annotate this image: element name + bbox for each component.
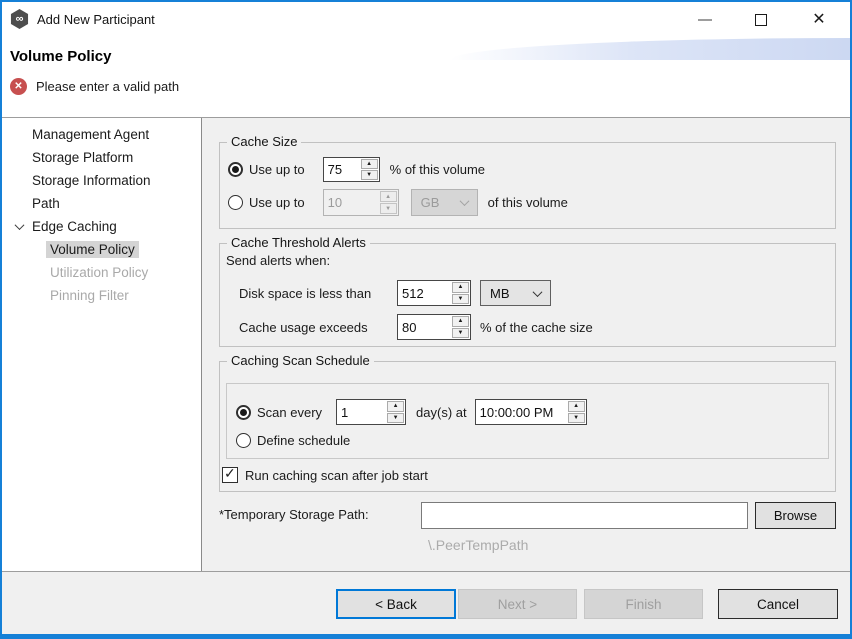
window-title: Add New Participant xyxy=(37,12,155,27)
triangle-up-icon[interactable]: ▲ xyxy=(568,401,585,412)
cache-usage-spinner: ▲▼ xyxy=(397,314,471,340)
title-bar: ∞ Add New Participant ✕ xyxy=(2,2,850,38)
temporary-storage-path-input[interactable] xyxy=(421,502,748,529)
sidebar-item-management-agent[interactable]: Management Agent xyxy=(2,123,201,146)
temp-path-hint: \.PeerTempPath xyxy=(428,537,528,553)
triangle-up-icon[interactable]: ▲ xyxy=(387,401,404,412)
close-button[interactable]: ✕ xyxy=(804,6,834,34)
hexagon-link-icon: ∞ xyxy=(10,9,29,29)
finish-button: Finish xyxy=(584,589,703,619)
disk-space-input[interactable] xyxy=(398,281,451,305)
triangle-up-icon[interactable]: ▲ xyxy=(361,159,378,169)
chevron-down-icon xyxy=(459,196,469,206)
close-icon: ✕ xyxy=(812,12,825,28)
triangle-down-icon[interactable]: ▼ xyxy=(361,170,378,180)
triangle-down-icon[interactable]: ▼ xyxy=(387,413,404,424)
send-alerts-when-label: Send alerts when: xyxy=(226,253,330,268)
disk-space-unit-dropdown[interactable]: MB xyxy=(480,280,551,306)
cancel-button[interactable]: Cancel xyxy=(718,589,838,619)
sidebar-item-storage-platform[interactable]: Storage Platform xyxy=(2,146,201,169)
scan-days-input[interactable] xyxy=(337,400,386,424)
scan-time-input[interactable] xyxy=(476,400,567,424)
page-title: Volume Policy xyxy=(10,48,111,65)
cache-fixed-input xyxy=(324,190,379,215)
error-circle-x-icon: ✕ xyxy=(10,78,27,95)
sidebar-item-utilization-policy: Utilization Policy xyxy=(2,261,201,284)
run-after-job-start-row: Run caching scan after job start xyxy=(222,467,428,483)
minimize-icon xyxy=(698,19,712,21)
cache-fixed-row: Use up to ▲▼ GB of this volume xyxy=(228,189,568,216)
triangle-up-icon[interactable]: ▲ xyxy=(452,316,469,327)
define-schedule-row: Define schedule xyxy=(236,433,350,448)
cache-size-group: Cache Size Use up to ▲▼ % of this volume… xyxy=(219,142,836,229)
cache-fixed-spinner: ▲▼ xyxy=(323,189,399,216)
use-percent-radio[interactable] xyxy=(228,162,243,177)
caching-scan-schedule-group: Caching Scan Schedule Scan every ▲▼ day(… xyxy=(219,361,836,492)
temporary-storage-path-label: *Temporary Storage Path: xyxy=(219,507,369,522)
back-button[interactable]: < Back xyxy=(336,589,456,619)
scan-time-spinner: ▲▼ xyxy=(475,399,587,425)
cache-percent-row: Use up to ▲▼ % of this volume xyxy=(228,157,485,182)
volume-policy-panel: Cache Size Use up to ▲▼ % of this volume… xyxy=(202,118,850,571)
threshold-group-title: Cache Threshold Alerts xyxy=(227,235,370,250)
validation-error-row: ✕ Please enter a valid path xyxy=(10,78,179,95)
cache-usage-input[interactable] xyxy=(398,315,451,339)
chevron-down-icon xyxy=(533,287,543,297)
triangle-down-icon[interactable]: ▼ xyxy=(568,413,585,424)
add-new-participant-dialog: ∞ Add New Participant ✕ Volume Policy ✕ … xyxy=(0,0,852,639)
triangle-up-icon: ▲ xyxy=(380,191,397,202)
cache-percent-input[interactable] xyxy=(324,158,360,181)
scan-days-spinner: ▲▼ xyxy=(336,399,406,425)
use-fixed-radio[interactable] xyxy=(228,195,243,210)
triangle-up-icon[interactable]: ▲ xyxy=(452,282,469,293)
browse-button[interactable]: Browse xyxy=(755,502,836,529)
header-swoosh-decoration xyxy=(450,38,850,60)
define-schedule-radio[interactable] xyxy=(236,433,251,448)
sidebar-item-volume-policy[interactable]: Volume Policy xyxy=(2,238,201,261)
cache-size-group-title: Cache Size xyxy=(227,134,301,149)
triangle-down-icon[interactable]: ▼ xyxy=(452,328,469,339)
schedule-group-title: Caching Scan Schedule xyxy=(227,353,374,368)
run-caching-scan-checkbox[interactable] xyxy=(222,467,238,483)
triangle-down-icon[interactable]: ▼ xyxy=(452,294,469,305)
wizard-step-tree: Management Agent Storage Platform Storag… xyxy=(2,118,202,571)
maximize-icon xyxy=(755,14,767,26)
wizard-button-bar: < Back Next > Finish Cancel xyxy=(2,572,850,636)
sidebar-item-storage-information[interactable]: Storage Information xyxy=(2,169,201,192)
next-button: Next > xyxy=(458,589,577,619)
sidebar-item-path[interactable]: Path xyxy=(2,192,201,215)
schedule-options-box: Scan every ▲▼ day(s) at ▲▼ Define schedu… xyxy=(226,383,829,459)
scan-every-row: Scan every ▲▼ day(s) at ▲▼ xyxy=(236,399,587,425)
disk-space-alert-row: Disk space is less than ▲▼ MB xyxy=(239,280,551,306)
minimize-button[interactable] xyxy=(690,6,720,34)
sidebar-item-pinning-filter: Pinning Filter xyxy=(2,284,201,307)
chevron-down-icon[interactable] xyxy=(10,223,28,230)
cache-unit-dropdown: GB xyxy=(411,189,478,216)
cache-percent-spinner: ▲▼ xyxy=(323,157,380,182)
triangle-down-icon: ▼ xyxy=(380,203,397,214)
scan-every-radio[interactable] xyxy=(236,405,251,420)
disk-space-spinner: ▲▼ xyxy=(397,280,471,306)
error-message: Please enter a valid path xyxy=(36,79,179,94)
cache-usage-alert-row: Cache usage exceeds ▲▼ % of the cache si… xyxy=(239,314,593,340)
sidebar-item-edge-caching[interactable]: Edge Caching xyxy=(2,215,201,238)
maximize-button[interactable] xyxy=(746,6,776,34)
cache-threshold-alerts-group: Cache Threshold Alerts Send alerts when:… xyxy=(219,243,836,347)
